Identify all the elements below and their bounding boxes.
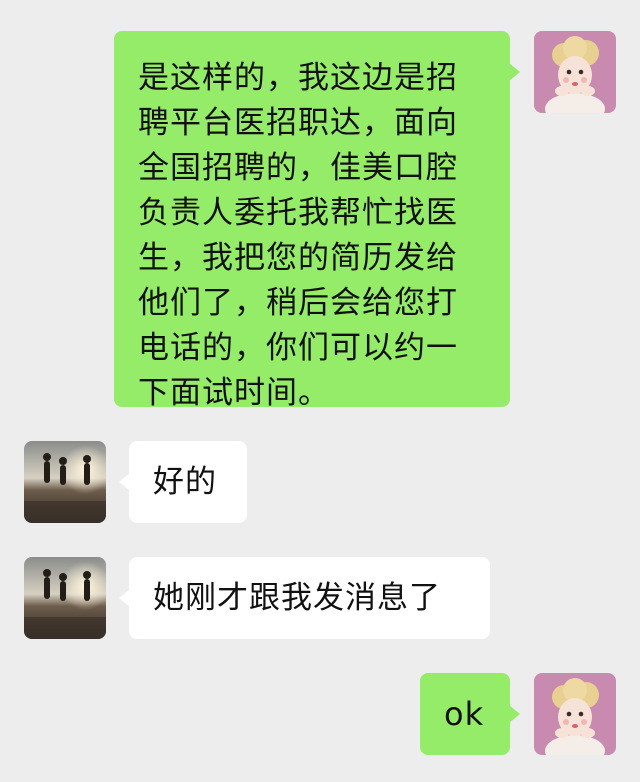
message-text: 好的	[153, 464, 217, 500]
bubble-tail	[119, 589, 130, 607]
baby-doll-icon	[534, 673, 616, 755]
message-bubble-received[interactable]: 她刚才跟我发消息了	[119, 557, 490, 639]
baby-doll-icon	[534, 31, 616, 113]
message-bubble-received[interactable]: 好的	[119, 441, 247, 523]
bubble-tail	[119, 473, 130, 491]
contact-avatar[interactable]	[24, 441, 106, 523]
message-bubble-sent[interactable]: 是这样的，我这边是招聘平台医招职达，面向全国招聘的，佳美口腔负责人委托我帮忙找医…	[114, 31, 520, 411]
message-bubble-sent[interactable]: ok	[420, 673, 520, 755]
message-text: 是这样的，我这边是招聘平台医招职达，面向全国招聘的，佳美口腔负责人委托我帮忙找医…	[138, 60, 458, 411]
running-people-icon	[24, 441, 106, 523]
contact-avatar[interactable]	[24, 557, 106, 639]
running-people-icon	[24, 557, 106, 639]
message-text: 她刚才跟我发消息了	[153, 580, 441, 616]
my-avatar[interactable]	[534, 673, 616, 755]
bubble-tail	[509, 63, 520, 81]
my-avatar[interactable]	[534, 31, 616, 113]
message-text: ok	[444, 695, 485, 733]
bubble-tail	[509, 705, 520, 723]
